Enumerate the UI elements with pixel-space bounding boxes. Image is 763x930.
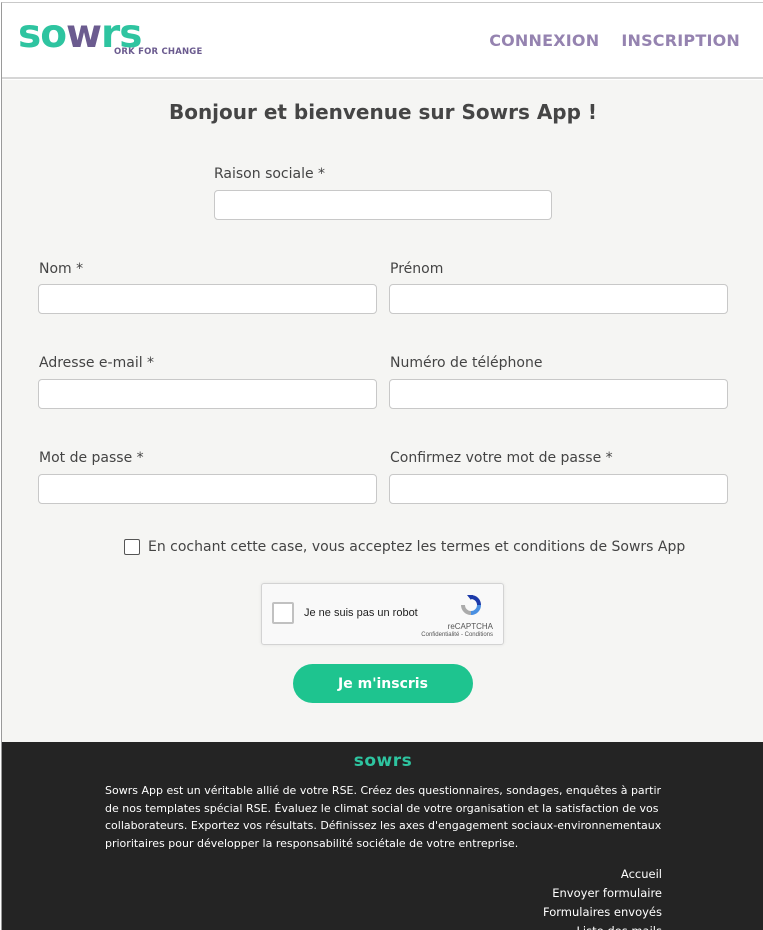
footer-link-home[interactable]: Accueil — [543, 865, 662, 884]
footer-links: Accueil Envoyer formulaire Formulaires e… — [543, 865, 662, 930]
last-name-input[interactable] — [38, 284, 377, 314]
signup-submit-button[interactable]: Je m'inscris — [293, 664, 473, 703]
confirm-password-label: Confirmez votre mot de passe * — [390, 450, 613, 466]
header: sowrs ORK FOR CHANGE CONNEXION INSCRIPTI… — [2, 3, 763, 79]
first-name-label: Prénom — [390, 261, 444, 277]
footer-link-sent-forms[interactable]: Formulaires envoyés — [543, 903, 662, 922]
sowrs-logo[interactable]: sowrs ORK FOR CHANGE — [18, 12, 208, 63]
email-input[interactable] — [38, 379, 377, 409]
phone-label: Numéro de téléphone — [390, 355, 543, 371]
recaptcha-links[interactable]: Confidentialité - Conditions — [421, 632, 493, 638]
phone-input[interactable] — [389, 379, 728, 409]
first-name-input[interactable] — [389, 284, 728, 314]
confirm-password-input[interactable] — [389, 474, 728, 504]
terms-row: En cochant cette case, vous acceptez les… — [124, 539, 685, 555]
logo-tagline: ORK FOR CHANGE — [114, 47, 203, 57]
password-input[interactable] — [38, 474, 377, 504]
recaptcha-checkbox[interactable] — [272, 602, 294, 624]
top-nav: CONNEXION INSCRIPTION — [489, 31, 740, 50]
recaptcha-label: Je ne suis pas un robot — [304, 607, 418, 619]
footer: sowrs Sowrs App est un véritable allié d… — [2, 742, 763, 930]
recaptcha-brand: reCAPTCHA — [447, 622, 493, 631]
company-label: Raison sociale * — [214, 166, 326, 182]
company-input[interactable] — [214, 190, 552, 220]
footer-description: Sowrs App est un véritable allié de votr… — [105, 784, 662, 850]
footer-logo[interactable]: sowrs — [2, 751, 763, 771]
signup-form-section: Bonjour et bienvenue sur Sowrs App ! Rai… — [2, 80, 763, 742]
last-name-label: Nom * — [39, 261, 84, 277]
terms-checkbox[interactable] — [124, 539, 140, 555]
recaptcha-icon — [461, 595, 481, 615]
footer-link-mail-list[interactable]: Liste des mails — [543, 922, 663, 930]
browser-frame: sowrs ORK FOR CHANGE CONNEXION INSCRIPTI… — [1, 2, 763, 930]
email-label: Adresse e-mail * — [39, 355, 155, 371]
logo-part-w: w — [66, 12, 102, 57]
logo-part-so: so — [18, 12, 67, 57]
password-label: Mot de passe * — [39, 450, 144, 466]
nav-login-link[interactable]: CONNEXION — [489, 31, 599, 50]
recaptcha-widget: Je ne suis pas un robot reCAPTCHA Confid… — [261, 583, 504, 645]
page-title: Bonjour et bienvenue sur Sowrs App ! — [168, 100, 598, 124]
nav-signup-link[interactable]: INSCRIPTION — [621, 31, 740, 50]
footer-link-send-form[interactable]: Envoyer formulaire — [543, 884, 662, 903]
terms-text: En cochant cette case, vous acceptez les… — [148, 539, 686, 555]
